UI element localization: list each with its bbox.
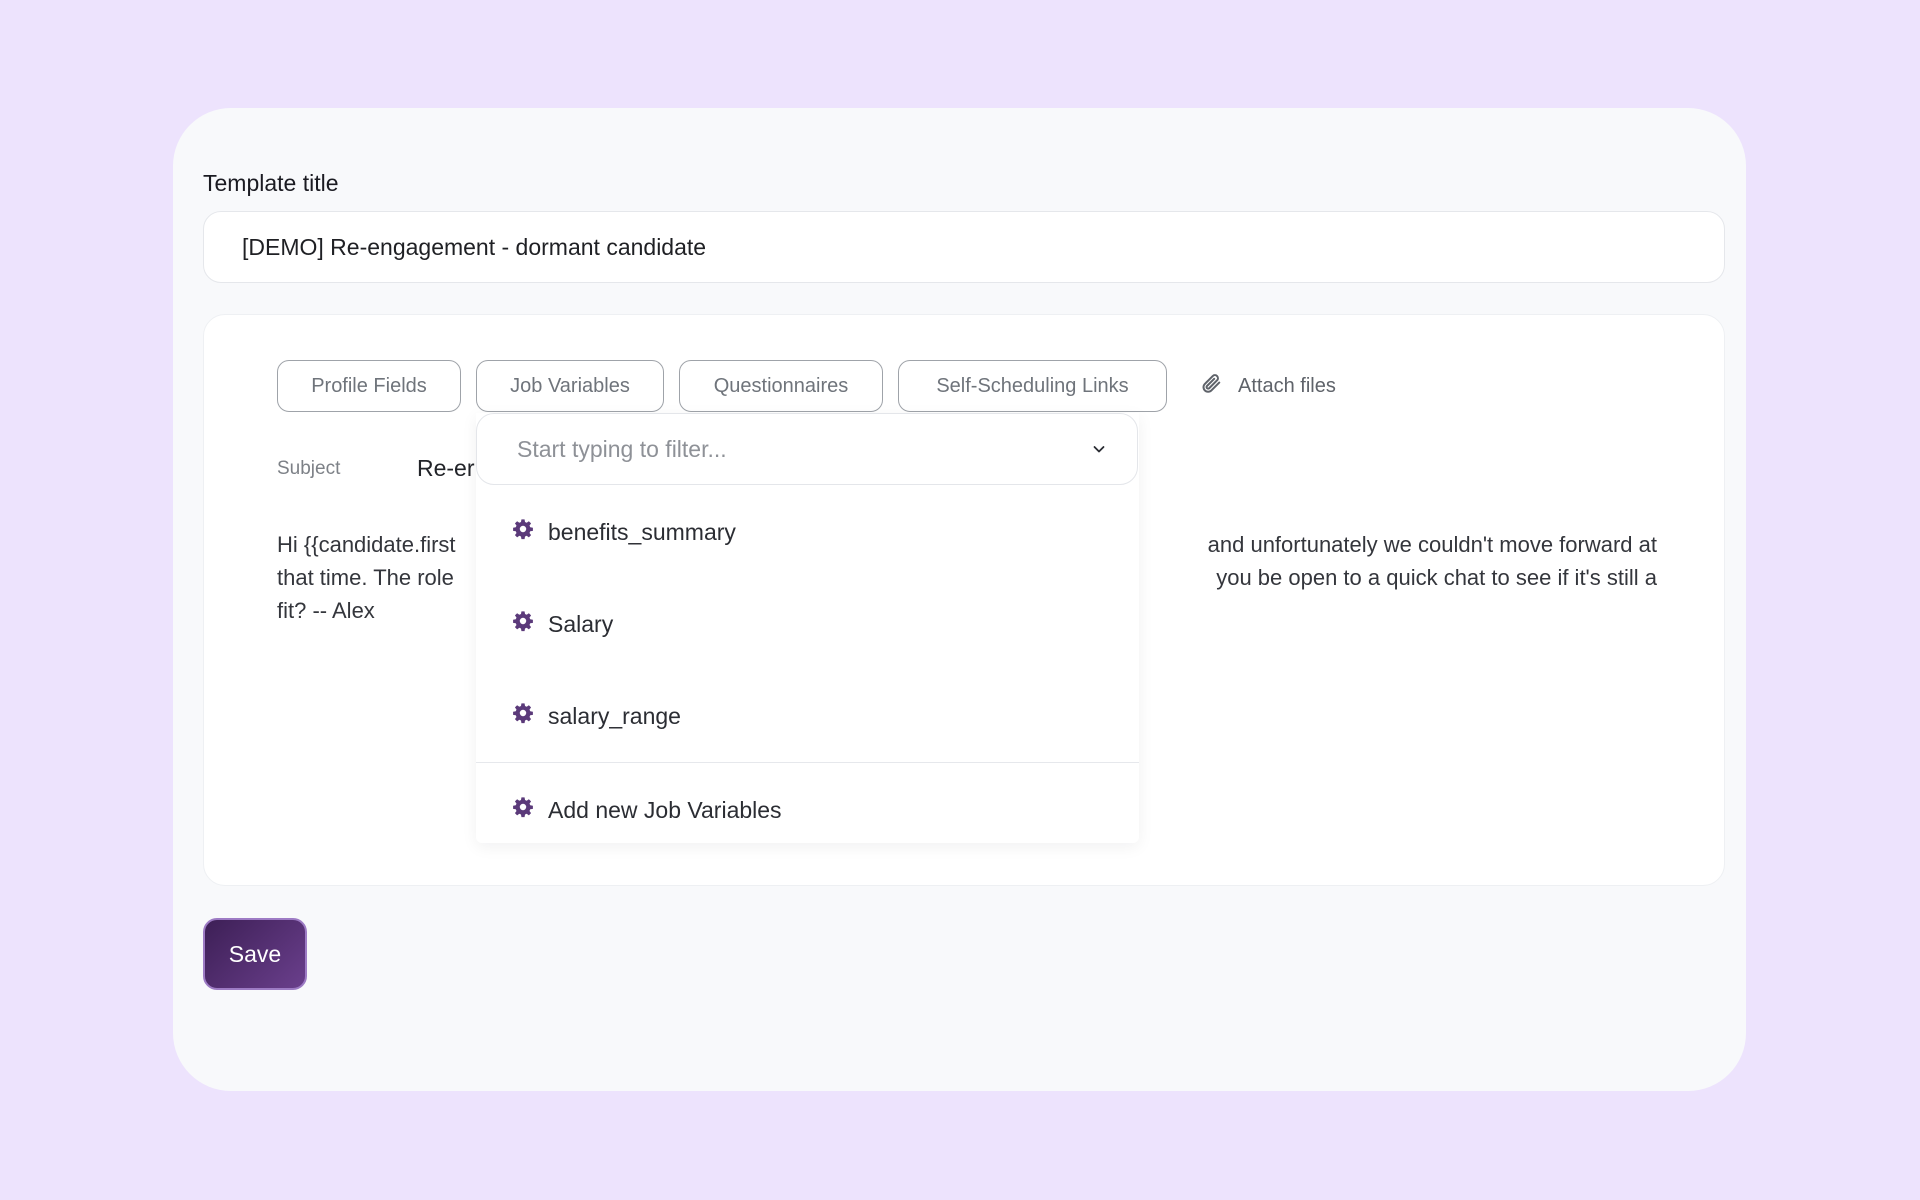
attach-files-label: Attach files [1238,374,1336,397]
subject-input[interactable]: Re-er [417,455,475,482]
job-variables-button[interactable]: Job Variables [476,360,664,412]
profile-fields-button[interactable]: Profile Fields [277,360,461,412]
body-text-right-1: and unfortunately we couldn't move forwa… [1207,532,1657,557]
dropdown-divider [476,762,1139,763]
body-text-left-3: fit? -- Alex [277,598,375,623]
dropdown-item-benefits-summary[interactable]: benefits_summary [512,518,736,546]
gear-icon [512,796,548,824]
body-text-left-2: that time. The role [277,565,454,590]
body-text-left-1: Hi {{candidate.first [277,532,456,557]
filter-box [476,413,1138,485]
subject-label: Subject [277,457,341,479]
self-scheduling-links-button[interactable]: Self-Scheduling Links [898,360,1167,412]
add-new-job-variables-button[interactable]: Add new Job Variables [512,796,782,824]
template-title-input[interactable] [203,211,1725,283]
dropdown-item-label: benefits_summary [548,518,736,545]
dropdown-item-salary-range[interactable]: salary_range [512,702,681,730]
job-variables-dropdown: benefits_summary Salary salary_range Add… [476,413,1139,843]
gear-icon [512,610,548,638]
editor-toolbar: Profile Fields Job Variables Questionnai… [277,360,1336,412]
dropdown-item-label: Salary [548,610,614,637]
gear-icon [512,702,548,730]
paperclip-icon [1200,372,1238,400]
attach-files-button[interactable]: Attach files [1200,372,1336,400]
questionnaires-button[interactable]: Questionnaires [679,360,883,412]
chevron-down-icon[interactable] [1091,441,1107,457]
gear-icon [512,518,548,546]
save-button[interactable]: Save [203,918,307,990]
filter-input[interactable] [515,434,1091,464]
body-text-right-2: you be open to a quick chat to see if it… [1216,565,1657,590]
dropdown-item-salary[interactable]: Salary [512,610,613,638]
subject-row: Subject Re-er [277,455,475,482]
template-title-label: Template title [203,170,339,196]
add-new-label: Add new Job Variables [548,796,782,823]
dropdown-item-label: salary_range [548,702,681,729]
